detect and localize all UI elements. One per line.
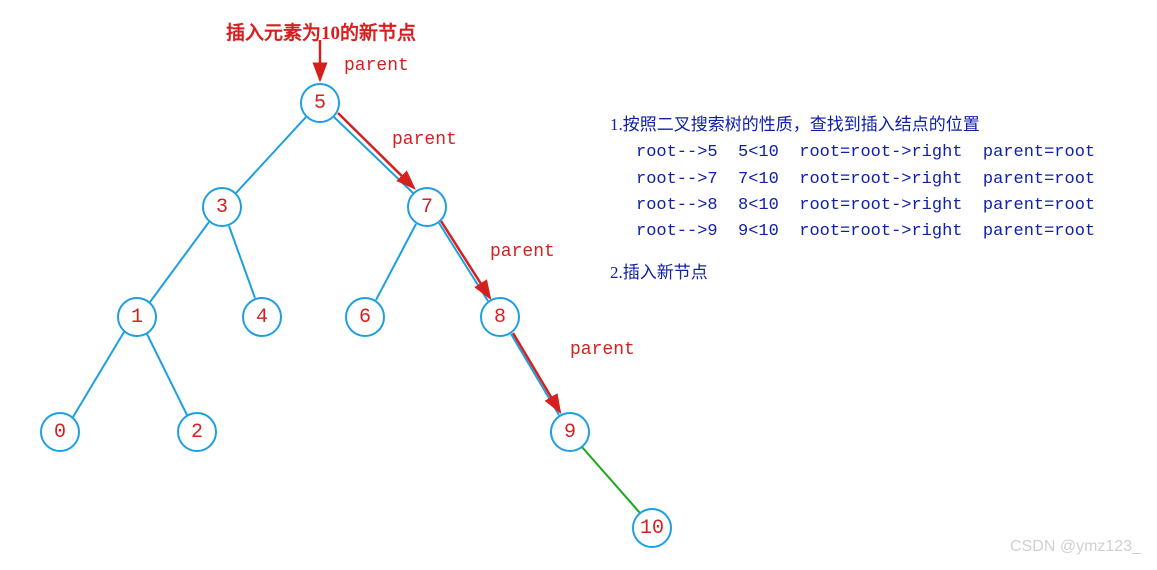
tree-node-4: 4 (242, 297, 282, 337)
explain-step2: 2.插入新节点 (610, 260, 1095, 286)
parent-label-4: parent (570, 340, 635, 360)
explain-col: root=root->right (799, 170, 962, 189)
parent-label-3: parent (490, 242, 555, 262)
explain-col: root=root->right (799, 143, 962, 162)
tree-node-10: 10 (632, 508, 672, 548)
explain-col: 9<10 (738, 222, 779, 241)
explain-col: root=root->right (799, 196, 962, 215)
diagram-title: 插入元素为10的新节点 (226, 18, 416, 45)
tree-node-8: 8 (480, 297, 520, 337)
explain-col: root-->9 (636, 222, 718, 241)
explanation-block: 1.按照二叉搜索树的性质，查找到插入结点的位置 root-->5 5<10 ro… (610, 112, 1095, 288)
tree-node-9: 9 (550, 412, 590, 452)
explain-col: parent=root (983, 196, 1095, 215)
explain-col: root-->5 (636, 143, 718, 162)
explain-col: parent=root (983, 170, 1095, 189)
parent-label-1: parent (344, 56, 409, 76)
explain-col: 8<10 (738, 196, 779, 215)
tree-node-7: 7 (407, 187, 447, 227)
explain-col: parent=root (983, 222, 1095, 241)
explain-col: root-->8 (636, 196, 718, 215)
parent-label-2: parent (392, 130, 457, 150)
explain-row-3: root-->9 9<10 root=root->right parent=ro… (610, 219, 1095, 245)
explain-col: parent=root (983, 143, 1095, 162)
tree-node-5: 5 (300, 83, 340, 123)
tree-node-1: 1 (117, 297, 157, 337)
explain-row-0: root-->5 5<10 root=root->right parent=ro… (610, 140, 1095, 166)
explain-col: root=root->right (799, 222, 962, 241)
watermark-text: CSDN @ymz123_ (1010, 538, 1141, 556)
explain-col: 5<10 (738, 143, 779, 162)
diagram-stage: 5 3 7 1 4 6 8 0 2 9 10 插入元素为10的新节点 paren… (0, 0, 1157, 570)
tree-node-3: 3 (202, 187, 242, 227)
explain-row-1: root-->7 7<10 root=root->right parent=ro… (610, 167, 1095, 193)
tree-node-2: 2 (177, 412, 217, 452)
tree-node-0: 0 (40, 412, 80, 452)
explain-step1: 1.按照二叉搜索树的性质，查找到插入结点的位置 (610, 112, 1095, 138)
explain-col: 7<10 (738, 170, 779, 189)
explain-col: root-->7 (636, 170, 718, 189)
explain-row-2: root-->8 8<10 root=root->right parent=ro… (610, 193, 1095, 219)
tree-node-6: 6 (345, 297, 385, 337)
